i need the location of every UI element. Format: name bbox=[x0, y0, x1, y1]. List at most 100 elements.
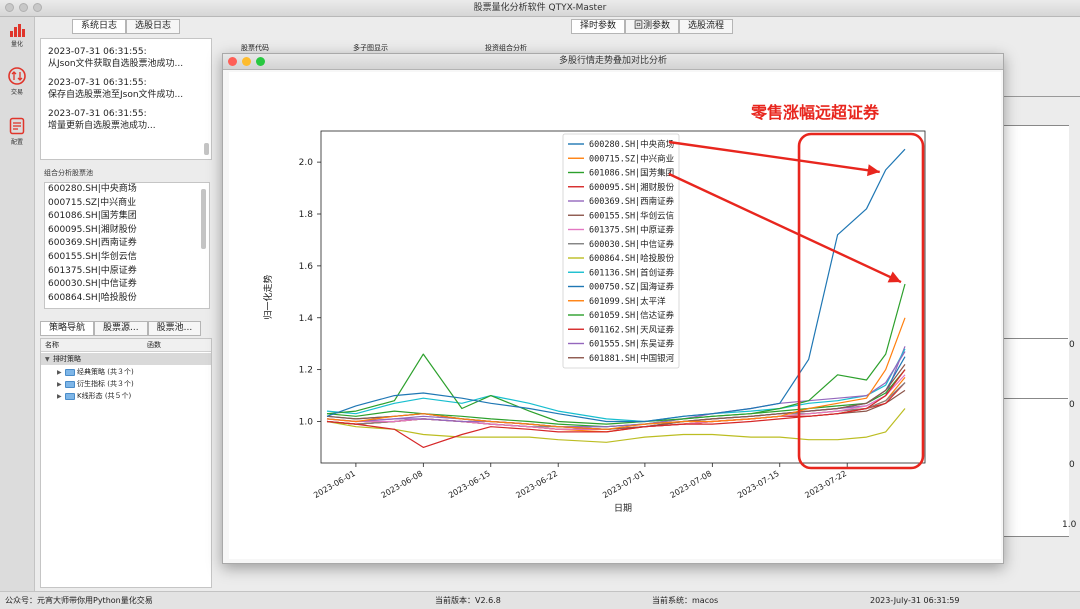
log-entry: 2023-07-31 06:31:55: 保存自选股票池至Json文件成功... bbox=[48, 77, 211, 101]
list-item[interactable]: 601375.SH|中原证券 bbox=[45, 265, 209, 279]
tree-header: 名称 函数 bbox=[41, 339, 211, 352]
legend-entry: 000715.SZ|中兴商业 bbox=[589, 153, 674, 164]
log-message: 保存自选股票池至Json文件成功... bbox=[48, 90, 184, 100]
strategy-tabs: 策略导航 股票源... 股票池... bbox=[40, 321, 202, 336]
legend-entry: 000750.SZ|国海证券 bbox=[589, 282, 675, 293]
bg-divider bbox=[1002, 96, 1080, 97]
y-tick-label: 1.2 bbox=[299, 366, 313, 376]
list-item[interactable]: 600095.SH|湘财股份 bbox=[45, 224, 209, 238]
log-time: 2023-07-31 06:31:55: bbox=[48, 78, 147, 88]
column-name: 名称 bbox=[45, 341, 59, 349]
list-item[interactable]: 600280.SH|中央商场 bbox=[45, 183, 209, 197]
folder-icon bbox=[65, 368, 75, 376]
tree-item[interactable]: ▶ K线形态 (共５个) bbox=[57, 390, 131, 402]
legend-entry: 601881.SH|中国银河 bbox=[589, 353, 675, 364]
tree-item[interactable]: ▶ 衍生指标 (共３个) bbox=[57, 378, 134, 390]
y-tick-label: 1.8 bbox=[299, 210, 314, 220]
nav-label-trade: 交易 bbox=[10, 89, 23, 96]
legend-entry: 601086.SH|国芳集团 bbox=[589, 168, 674, 179]
tree-item-label: K线形态 (共５个) bbox=[77, 392, 132, 400]
list-item[interactable]: 600155.SH|华创云信 bbox=[45, 251, 209, 265]
legend-entry: 600369.SH|西南证券 bbox=[589, 196, 675, 207]
tab-selection-flow[interactable]: 选股流程 bbox=[679, 19, 734, 34]
log-scrollbar[interactable] bbox=[204, 143, 209, 155]
bg-axis-value: 1.0 bbox=[1062, 520, 1077, 530]
y-tick-label: 2.0 bbox=[299, 158, 314, 168]
legend-entry: 600864.SH|哈投股份 bbox=[589, 253, 675, 264]
status-system: 当前系统：macos bbox=[652, 596, 719, 605]
top-tabs: 择时参数 回测参数 选股流程 bbox=[571, 19, 734, 34]
tab-stock-source[interactable]: 股票源... bbox=[94, 321, 148, 336]
x-tick-label: 2023-07-22 bbox=[803, 469, 848, 500]
tab-strategy-nav[interactable]: 策略导航 bbox=[40, 321, 95, 336]
legend-entry: 600095.SH|湘财股份 bbox=[589, 182, 675, 193]
trade-icon bbox=[8, 67, 26, 85]
x-tick-label: 2023-06-22 bbox=[514, 469, 559, 500]
list-item[interactable]: 000715.SZ|中兴商业 bbox=[45, 197, 209, 211]
list-item[interactable]: 600030.SH|中信证券 bbox=[45, 278, 209, 292]
column-function: 函数 bbox=[147, 341, 161, 349]
list-item[interactable]: 600369.SH|西南证券 bbox=[45, 237, 209, 251]
chart-svg: 1.0 1.2 1.4 1.6 1.8 2.0 2023-06-01 2023-06-08 20… bbox=[262, 103, 926, 514]
nav-item-quant[interactable]: 量化 bbox=[0, 23, 34, 48]
stock-list-scrollbar[interactable] bbox=[201, 189, 206, 249]
nav-item-trade[interactable]: 交易 bbox=[0, 67, 34, 96]
log-tabs: 系统日志 选股日志 bbox=[72, 19, 181, 34]
list-item[interactable]: 601086.SH|国芳集团 bbox=[45, 210, 209, 224]
bg-plot-divider bbox=[1003, 338, 1068, 339]
legend-entry: 600155.SH|华创云信 bbox=[589, 210, 675, 221]
tree-root[interactable]: ▼ 排时策略 bbox=[41, 353, 211, 365]
log-message: 从Json文件获取自选股票池成功... bbox=[48, 59, 184, 69]
stock-pool-label: 组合分析股票池 bbox=[44, 169, 93, 177]
tree-item[interactable]: ▶ 经典策略 (共３个) bbox=[57, 366, 134, 378]
zoom-window-button[interactable] bbox=[33, 3, 42, 12]
strategy-tree-panel: 名称 函数 ▼ 排时策略 ▶ 经典策略 (共３个) ▶ 衍生指标 (共３个) ▶ K线形… bbox=[40, 338, 212, 588]
list-item[interactable]: 600864.SH|哈投股份 bbox=[45, 292, 209, 306]
expand-triangle-icon: ▼ bbox=[45, 356, 50, 363]
log-time: 2023-07-31 06:31:55: bbox=[48, 47, 147, 57]
legend-entry: 600030.SH|中信证券 bbox=[589, 239, 675, 250]
y-tick-label: 1.6 bbox=[299, 262, 314, 272]
bar-chart-icon bbox=[10, 24, 25, 37]
status-version: 当前版本：V2.6.8 bbox=[435, 596, 501, 605]
stock-code-label: 股票代码 bbox=[241, 44, 269, 52]
tab-timing-params[interactable]: 择时参数 bbox=[571, 19, 626, 34]
x-tick-label: 2023-06-15 bbox=[447, 469, 492, 500]
legend-entry: 601099.SH|太平洋 bbox=[589, 296, 666, 307]
tab-backtest-params[interactable]: 回测参数 bbox=[625, 19, 680, 34]
status-bar: 公众号：元宵大师带你用Python量化交易 当前版本：V2.6.8 当前系统：m… bbox=[0, 591, 1080, 609]
nav-label-config: 配置 bbox=[10, 139, 23, 146]
close-window-button[interactable] bbox=[5, 3, 14, 12]
x-tick-label: 2023-06-08 bbox=[380, 469, 425, 500]
tab-system-log[interactable]: 系统日志 bbox=[72, 19, 127, 34]
x-tick-label: 2023-06-01 bbox=[312, 469, 357, 500]
legend-entry: 601059.SH|信达证券 bbox=[589, 310, 675, 321]
portfolio-analysis-label: 投资组合分析 bbox=[485, 44, 527, 52]
y-tick-label: 1.4 bbox=[299, 314, 314, 324]
tree-root-label: 排时策略 bbox=[53, 355, 81, 363]
tree-item-label: 经典策略 (共３个) bbox=[77, 368, 134, 376]
legend-entry: 601555.SH|东吴证券 bbox=[589, 339, 675, 350]
log-time: 2023-07-31 06:31:55: bbox=[48, 109, 147, 119]
x-tick-label: 2023-07-01 bbox=[601, 469, 646, 500]
tab-selection-log[interactable]: 选股日志 bbox=[126, 19, 181, 34]
y-axis-label: 归一化走势 bbox=[262, 274, 274, 319]
bg-axis-value: 0 bbox=[1069, 340, 1075, 350]
bg-axis-value: 0 bbox=[1069, 460, 1075, 470]
x-tick-label: 2023-07-15 bbox=[736, 469, 781, 500]
log-panel: 2023-07-31 06:31:55: 从Json文件获取自选股票池成功... … bbox=[40, 38, 212, 160]
nav-item-config[interactable]: 配置 bbox=[0, 117, 34, 146]
nav-sidebar: 量化 交易 配置 bbox=[0, 17, 35, 591]
status-time: 2023-July-31 06:31:59 bbox=[870, 596, 960, 605]
tree-item-label: 衍生指标 (共３个) bbox=[77, 380, 134, 388]
legend-entry: 601136.SH|首创证券 bbox=[589, 267, 675, 278]
tab-stock-pool[interactable]: 股票池... bbox=[147, 321, 202, 336]
minimize-window-button[interactable] bbox=[19, 3, 28, 12]
legend-entry: 600280.SH|中央商场 bbox=[589, 139, 674, 150]
log-message: 增量更新自选股票池成功... bbox=[48, 121, 156, 131]
folder-icon bbox=[65, 392, 75, 400]
legend-entry: 601375.SH|中原证券 bbox=[589, 225, 675, 236]
legend-entry: 601162.SH|天风证券 bbox=[589, 324, 675, 335]
x-tick-label: 2023-07-08 bbox=[669, 469, 714, 500]
log-entry: 2023-07-31 06:31:55: 增量更新自选股票池成功... bbox=[48, 108, 211, 132]
